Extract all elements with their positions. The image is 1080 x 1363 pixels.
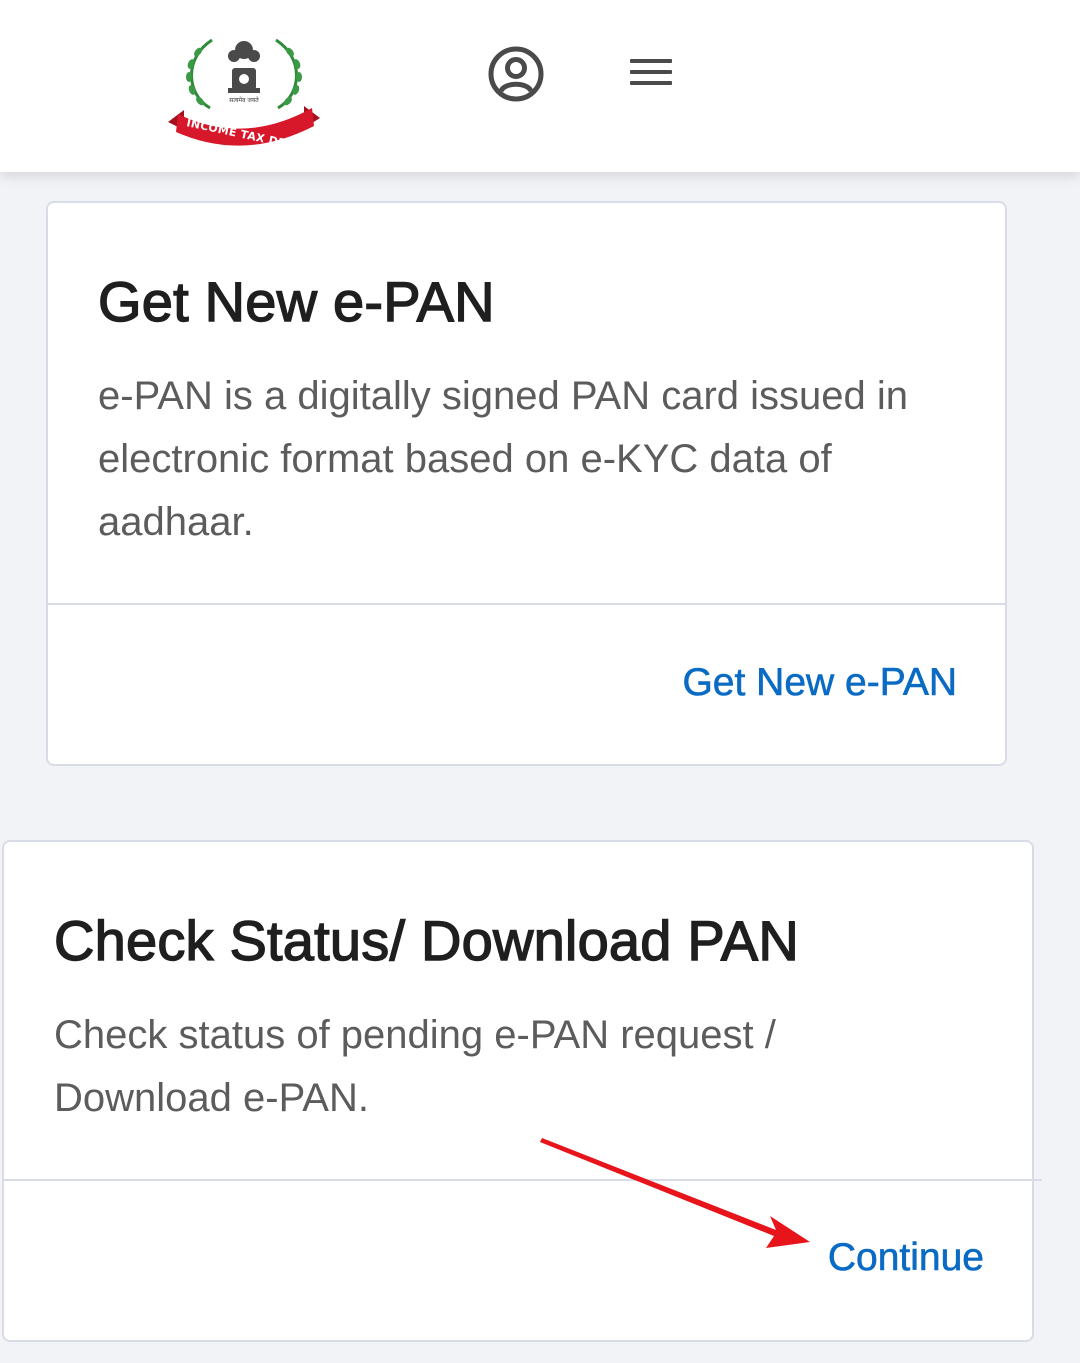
income-tax-emblem-icon: सत्यमेव जयते INCOME TAX DEPARTMENT	[168, 38, 354, 164]
card-title: Get New e-PAN	[97, 269, 495, 333]
card-divider	[48, 603, 1005, 605]
get-new-epan-card: Get New e-PAN e-PAN is a digitally signe…	[46, 201, 1007, 766]
continue-link[interactable]: Continue	[828, 1236, 985, 1280]
svg-text:सत्यमेव जयते: सत्यमेव जयते	[229, 96, 259, 104]
user-circle-icon[interactable]	[486, 44, 546, 104]
card-title: Check Status/ Download PAN	[53, 908, 799, 972]
hamburger-menu-icon[interactable]	[626, 56, 674, 90]
card-description: e-PAN is a digitally signed PAN card iss…	[98, 374, 908, 544]
card-divider	[4, 1179, 1042, 1181]
top-header: सत्यमेव जयते INCOME TAX DEPARTMENT	[0, 0, 1080, 172]
check-status-card: Check Status/ Download PAN Check status …	[2, 840, 1042, 1342]
card-description: Check status of pending e-PAN request / …	[54, 1013, 776, 1120]
income-tax-logo[interactable]: सत्यमेव जयते INCOME TAX DEPARTMENT	[164, 30, 354, 164]
get-new-epan-link[interactable]: Get New e-PAN	[682, 661, 957, 705]
